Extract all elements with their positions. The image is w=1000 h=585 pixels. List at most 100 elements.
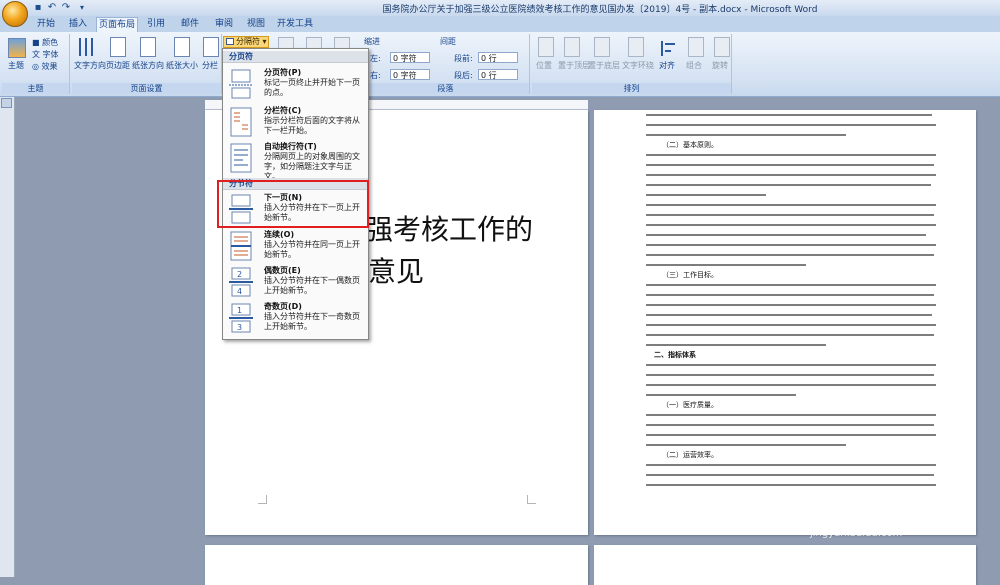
text-line — [646, 484, 936, 486]
margin-marker — [527, 495, 536, 504]
orientation-icon — [140, 37, 156, 57]
menu-item-column-break[interactable]: 分栏符(C) 指示分栏符后面的文字将从下一栏开始。 — [223, 103, 368, 143]
menu-item-continuous[interactable]: 连续(O) 插入分节符并在同一页上开始新节。 — [223, 227, 368, 267]
page-break-icon — [229, 69, 253, 99]
office-button[interactable] — [2, 1, 28, 27]
theme-colors-button[interactable]: ■ 颜色 — [32, 37, 58, 48]
paragraph-group-label: 段落 — [362, 83, 529, 94]
tab-mailings[interactable]: 邮件 — [176, 17, 204, 32]
ruler-toggle-button[interactable] — [1, 98, 12, 108]
document-title-line1: 强考核工作的 — [365, 213, 534, 246]
theme-effects-button[interactable]: ◎ 效果 — [32, 61, 58, 72]
spacing-label: 间距 — [440, 37, 456, 46]
undo-icon[interactable]: ↶ — [46, 2, 58, 14]
send-to-back-button[interactable]: 置于底层 — [588, 60, 620, 71]
menu-item-title: 分页符(P) — [264, 68, 302, 77]
send-back-icon — [594, 37, 610, 57]
text-wrapping-button[interactable]: 文字环绕 — [622, 60, 654, 71]
menu-item-title: 自动换行符(T) — [264, 142, 317, 151]
menu-item-even-page[interactable]: 24 偶数页(E) 插入分节符并在下一偶数页上开始新节。 — [223, 263, 368, 303]
rotate-button[interactable]: 旋转 — [712, 60, 728, 71]
margins-button[interactable]: 页边距 — [106, 60, 130, 71]
heading-work-goals: （三）工作目标。 — [662, 271, 718, 279]
text-line — [646, 114, 932, 116]
text-direction-button[interactable]: 文字方向 — [74, 60, 106, 71]
indent-left-input[interactable]: 0 字符 — [390, 52, 430, 63]
tab-references[interactable]: 引用 — [142, 17, 170, 32]
text-line — [646, 164, 934, 166]
svg-text:2: 2 — [237, 270, 242, 279]
columns-button[interactable]: 分栏 — [202, 60, 218, 71]
text-line — [646, 134, 846, 136]
arrange-group: 位置 置于顶层 置于底层 文字环绕 对齐 组合 旋转 排列 — [532, 34, 732, 94]
heading-medical-quality: （一）医疗质量。 — [662, 401, 718, 409]
paper-size-icon — [174, 37, 190, 57]
group-button[interactable]: 组合 — [686, 60, 702, 71]
tab-view[interactable]: 视图 — [242, 17, 270, 32]
text-line — [646, 374, 934, 376]
text-line — [646, 394, 796, 396]
menu-item-desc: 指示分栏符后面的文字将从下一栏开始。 — [264, 116, 360, 135]
bring-front-icon — [564, 37, 580, 57]
menu-item-odd-page[interactable]: 13 奇数页(D) 插入分节符并在下一奇数页上开始新节。 — [223, 299, 368, 339]
document-page-right[interactable]: （二）基本原则。 （三）工作目标。 二、指标体系 （一）医疗质量。 （二）运营效… — [594, 110, 976, 535]
tab-developer[interactable]: 开发工具 — [274, 17, 316, 32]
indent-right-input[interactable]: 0 字符 — [390, 69, 430, 80]
tab-home[interactable]: 开始 — [32, 17, 60, 32]
text-line — [646, 264, 806, 266]
menu-item-page-break[interactable]: 分页符(P) 标记一页终止并开始下一页的点。 — [223, 65, 368, 105]
document-page-left-next[interactable] — [205, 545, 588, 585]
menu-item-desc: 插入分节符并在下一奇数页上开始新节。 — [264, 312, 360, 331]
text-line — [646, 244, 936, 246]
indent-right-label: 右: — [370, 71, 381, 80]
text-line — [646, 154, 936, 156]
align-button[interactable]: 对齐 — [659, 60, 675, 71]
align-icon — [660, 38, 678, 58]
menu-item-text-wrapping-break[interactable]: 自动换行符(T) 分隔网页上的对象周围的文字，如分隔题注文字与正文。 — [223, 139, 368, 181]
text-line — [646, 184, 931, 186]
spacing-before-input[interactable]: 0 行 — [478, 52, 518, 63]
vertical-ruler — [0, 97, 15, 577]
text-line — [646, 324, 936, 326]
themes-button[interactable]: 主题 — [8, 60, 24, 71]
theme-fonts-label: 字体 — [42, 50, 59, 59]
text-line — [646, 364, 936, 366]
tab-page-layout[interactable]: 页面布局 — [96, 17, 138, 32]
menu-item-desc: 插入分节符并在同一页上开始新节。 — [264, 240, 360, 259]
indent-label: 缩进 — [364, 37, 380, 46]
watermark-domain: jingyan.baidu.com — [810, 528, 903, 539]
column-break-icon — [229, 107, 253, 137]
paper-size-button[interactable]: 纸张大小 — [166, 60, 198, 71]
quick-access-dropdown-icon[interactable]: ▾ — [76, 2, 88, 14]
group-icon — [688, 37, 704, 57]
text-line — [646, 414, 936, 416]
annotation-highlight-box — [217, 180, 369, 228]
position-button[interactable]: 位置 — [536, 60, 552, 71]
theme-fonts-button[interactable]: 文 字体 — [32, 49, 59, 60]
bring-to-front-button[interactable]: 置于顶层 — [558, 60, 590, 71]
svg-text:3: 3 — [237, 323, 242, 332]
columns-icon — [203, 37, 219, 57]
page-setup-group-label: 页面设置 — [72, 83, 221, 94]
tab-insert[interactable]: 插入 — [64, 17, 92, 32]
text-line — [646, 284, 936, 286]
spacing-after-label: 段后: — [454, 71, 473, 80]
odd-page-break-icon: 13 — [229, 303, 253, 333]
text-line — [646, 204, 936, 206]
spacing-after-input[interactable]: 0 行 — [478, 69, 518, 80]
menu-item-title: 分栏符(C) — [264, 106, 302, 115]
baidu-watermark: Bai jingyan.baidu.com — [760, 490, 980, 540]
text-line — [646, 294, 934, 296]
save-icon[interactable]: ▪ — [32, 2, 44, 14]
text-line — [646, 174, 936, 176]
orientation-button[interactable]: 纸张方向 — [132, 60, 164, 71]
theme-effects-label: 效果 — [41, 62, 58, 71]
document-page-right-next[interactable] — [594, 545, 976, 585]
continuous-break-icon — [229, 231, 253, 261]
tab-review[interactable]: 审阅 — [210, 17, 238, 32]
redo-icon[interactable]: ↷ — [60, 2, 72, 14]
window-title: 国务院办公厅关于加强三级公立医院绩效考核工作的意见国办发〔2019〕4号 - 副… — [382, 5, 818, 15]
menu-item-desc: 标记一页终止并开始下一页的点。 — [264, 78, 360, 97]
themes-icon — [8, 38, 26, 58]
text-line — [646, 224, 936, 226]
